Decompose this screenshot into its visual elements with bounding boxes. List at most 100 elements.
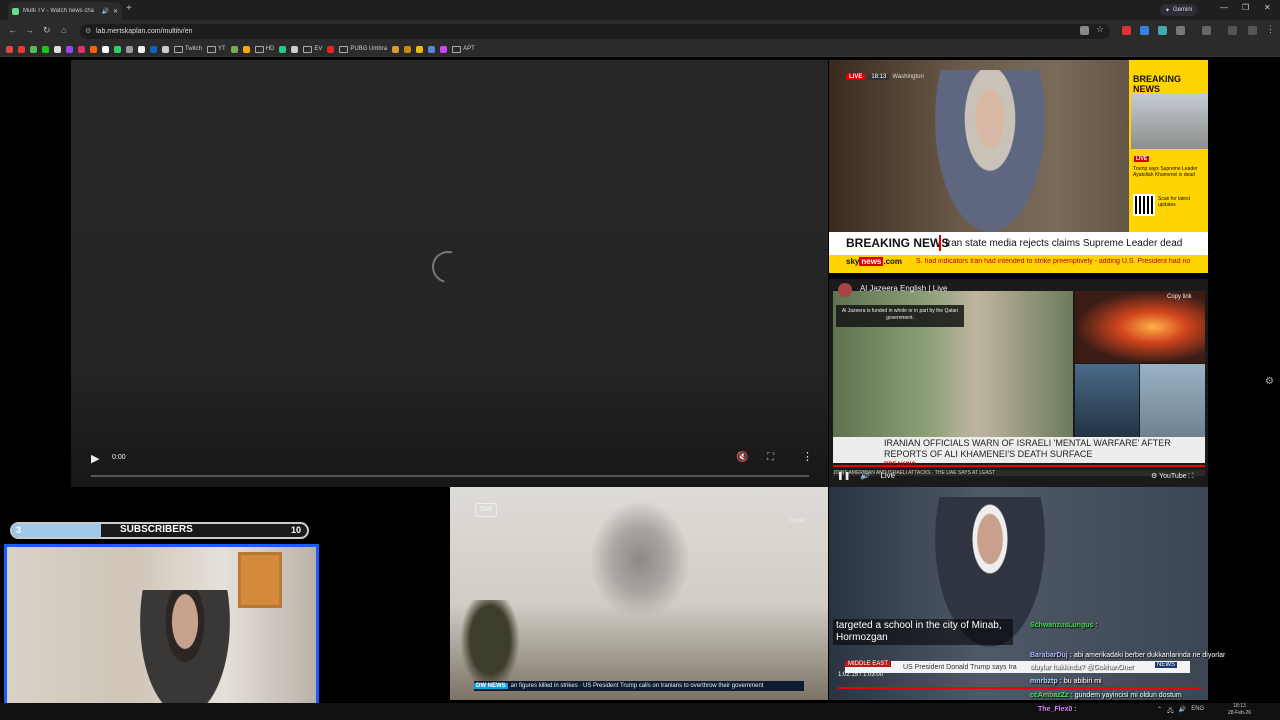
pause-icon[interactable]: ❚❚ <box>837 471 850 480</box>
dw-location: Tehran <box>789 518 805 524</box>
bookmark-icon[interactable] <box>54 45 61 53</box>
bookmark-icon[interactable] <box>102 45 109 53</box>
volume-icon[interactable]: 🔊 <box>860 471 870 480</box>
install-icon[interactable] <box>1080 26 1089 35</box>
back-icon[interactable]: ← <box>8 25 17 35</box>
logo-part: .com <box>883 257 903 266</box>
bookmark-icon[interactable] <box>162 45 169 53</box>
un-region-tag: MIDDLE EAST <box>845 661 892 667</box>
profile-avatar[interactable] <box>1248 26 1257 35</box>
bookmark-icon[interactable] <box>440 45 448 53</box>
close-button[interactable]: ✕ <box>1264 3 1271 12</box>
new-tab-button[interactable]: + <box>126 3 132 14</box>
chat-message: mnrbztp : bu abibiri mi <box>1030 678 1102 685</box>
tab-close-icon[interactable]: ✕ <box>113 8 118 15</box>
channel-avatar[interactable] <box>838 283 852 297</box>
bookmark-icon[interactable] <box>78 45 85 53</box>
subscriber-goal: 10 <box>291 525 302 535</box>
chat-user: ccAmbazZz : <box>1030 692 1073 699</box>
browser-tab[interactable]: Multi TV - Watch news cha 🔊 ✕ <box>8 2 122 20</box>
tab-audio-icon[interactable]: 🔊 <box>101 8 108 15</box>
language-indicator[interactable]: ENG <box>1191 706 1204 716</box>
bookmark-icon[interactable] <box>138 45 145 53</box>
chat-user: The_Flex0 : <box>1038 706 1077 713</box>
bookmark-icon[interactable] <box>42 45 49 53</box>
bookmark-folder-twitch[interactable]: Twitch <box>174 46 202 53</box>
bookmark-folder-ev[interactable]: EV <box>303 46 322 53</box>
maximize-button[interactable]: ❐ <box>1242 3 1249 12</box>
dw-news-tag: DW NEWS <box>474 683 508 689</box>
forward-icon[interactable]: → <box>25 25 34 35</box>
network-icon[interactable]: 🖧 <box>1167 706 1174 716</box>
un-headline: US President Donald Trump says Ira <box>903 664 1017 671</box>
bookmark-icon[interactable] <box>416 45 424 53</box>
sky-scan-text: Scan for latest updates <box>1158 196 1190 208</box>
youtube-logo[interactable]: ⚙ YouTube ⛶ <box>1151 472 1193 481</box>
extension-icon[interactable] <box>1122 26 1131 35</box>
bookmark-icon[interactable] <box>90 45 97 53</box>
chat-user: SchwanzusLungus : <box>1030 622 1098 629</box>
bookmark-icon[interactable] <box>114 45 121 53</box>
bookmark-icon[interactable] <box>150 45 157 53</box>
settings-icon[interactable]: ⚙ <box>1151 473 1159 480</box>
bookmark-label: YT <box>218 46 226 52</box>
bookmark-icon[interactable] <box>392 45 400 53</box>
bookmark-folder-apt[interactable]: APT <box>452 46 475 53</box>
settings-gear-icon[interactable]: ⚙ <box>1265 376 1274 387</box>
bookmark-icon[interactable] <box>327 45 335 53</box>
reload-icon[interactable]: ↻ <box>43 25 51 36</box>
un-caption: targeted a school in the city of Minab, … <box>833 619 1013 645</box>
profile-icon[interactable] <box>1228 26 1237 35</box>
bookmark-icon[interactable] <box>279 45 287 53</box>
site-info-icon[interactable]: ⚙ <box>85 27 91 35</box>
taskbar-clock[interactable]: 18:13 28-Feb-26 <box>1228 703 1251 717</box>
un-progress-bar[interactable] <box>838 687 1201 689</box>
chat-text: abi amerikadaki berber dukkanlarinda ne … <box>1073 652 1226 659</box>
dw-logo: DW <box>475 503 497 517</box>
bookmark-icon[interactable] <box>242 45 250 53</box>
video-progress-bar[interactable] <box>91 475 809 477</box>
banner-divider <box>939 235 941 251</box>
copy-link-button[interactable]: Copy link <box>1167 294 1192 300</box>
clock-time: 18:13 <box>1233 703 1246 709</box>
fullscreen-icon[interactable]: ⛶ <box>1187 473 1194 480</box>
gemini-button[interactable]: ✦ Gemini <box>1160 4 1198 16</box>
mute-icon[interactable]: 🔇 <box>736 452 748 463</box>
play-icon[interactable]: ▶ <box>91 452 99 465</box>
bookmark-folder-yt[interactable]: YT <box>207 46 226 53</box>
live-indicator[interactable]: Live <box>880 471 895 480</box>
bookmark-icon[interactable] <box>66 45 73 53</box>
sidebar-icon[interactable] <box>1202 26 1211 35</box>
bookmark-icon[interactable] <box>291 45 299 53</box>
chat-message: BarabarDuj : abi amerikadaki berber dukk… <box>1030 652 1225 659</box>
tray-chevron-icon[interactable]: ⌃ <box>1157 706 1162 716</box>
extensions-puzzle-icon[interactable] <box>1176 26 1185 35</box>
bookmark-star-icon[interactable]: ☆ <box>1096 24 1105 34</box>
bookmark-icon[interactable] <box>230 45 238 53</box>
sky-banner-text: Iran state media rejects claims Supreme … <box>945 238 1183 249</box>
bookmark-icon[interactable] <box>6 45 13 53</box>
sky-side-image <box>1131 93 1208 149</box>
browser-menu-icon[interactable]: ⋮ <box>1266 24 1275 35</box>
extension-icon[interactable] <box>1158 26 1167 35</box>
bookmark-folder-hd[interactable]: HD <box>255 46 275 53</box>
bookmark-folder-pubg[interactable]: PUBG Umbra <box>339 46 387 53</box>
bookmark-icon[interactable] <box>30 45 37 53</box>
bookmark-icon[interactable] <box>404 45 412 53</box>
funding-notice[interactable]: Al Jazeera is funded in whole or in part… <box>836 305 964 327</box>
video-menu-icon[interactable]: ⋮ <box>802 450 813 463</box>
aj-guest-feed <box>1140 364 1205 437</box>
url-bar[interactable]: ⚙ lab.mertskaplan.com/multitv/en <box>80 24 1110 39</box>
aj-video-title[interactable]: Al Jazeera English | Live <box>860 284 947 293</box>
chat-user: BarabarDuj : <box>1030 652 1073 659</box>
bookmark-icon[interactable] <box>428 45 436 53</box>
video-time: 0:00 <box>112 454 126 461</box>
fullscreen-icon[interactable]: ⛶ <box>767 452 774 463</box>
bookmark-icon[interactable] <box>18 45 25 53</box>
volume-icon[interactable]: 🔊 <box>1179 706 1186 716</box>
minimize-button[interactable]: — <box>1220 3 1228 12</box>
live-label: LIVE <box>846 74 866 80</box>
home-icon[interactable]: ⌂ <box>61 25 66 35</box>
bookmark-icon[interactable] <box>126 45 133 53</box>
extension-icon[interactable] <box>1140 26 1149 35</box>
